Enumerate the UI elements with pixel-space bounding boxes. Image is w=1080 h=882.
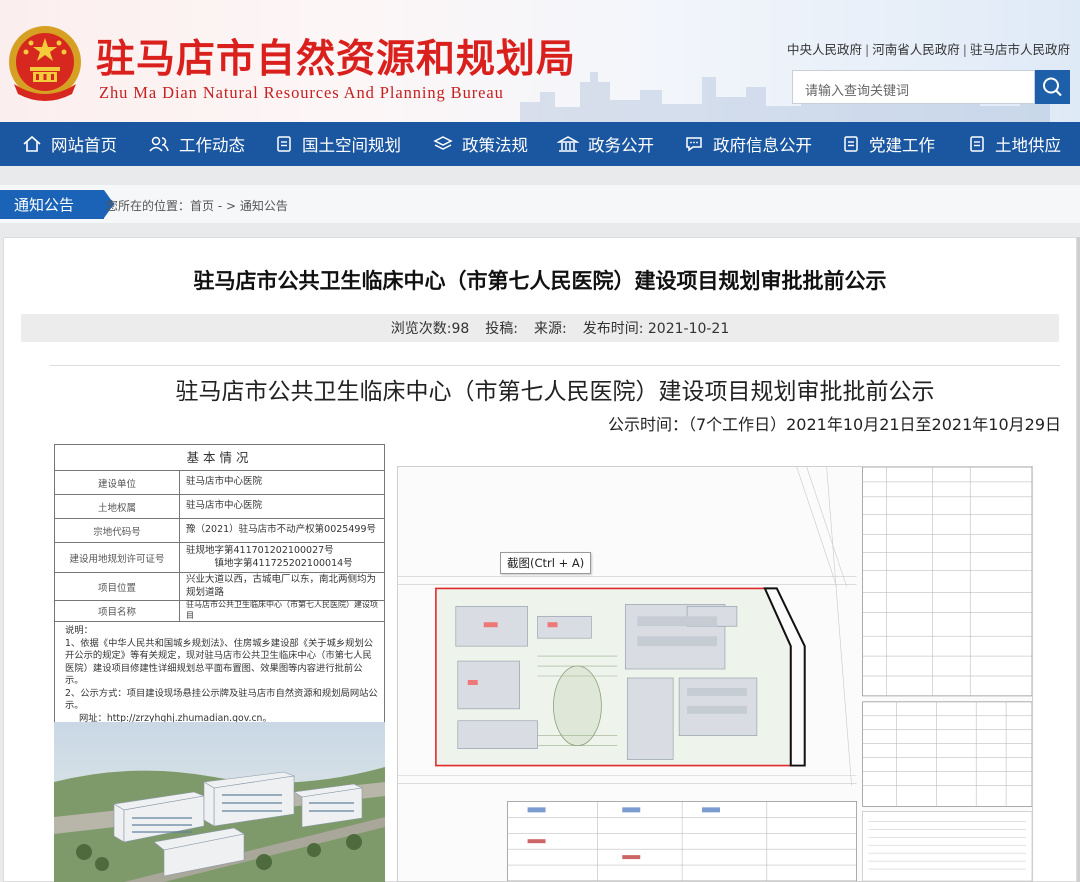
document-title: 驻马店市公共卫生临床中心（市第七人民医院）建设项目规划审批批前公示 [175, 379, 935, 405]
row-key: 宗地代码号 [55, 519, 180, 542]
document-icon [277, 136, 291, 152]
site-subtitle: Zhu Ma Dian Natural Resources And Planni… [99, 83, 504, 102]
nav-label: 政策法规 [462, 136, 528, 155]
nav-gov-info-disclosure[interactable]: 政府信息公开 [684, 122, 812, 166]
article-title: 驻马店市公共卫生临床中心（市第七人民医院）建设项目规划审批批前公示 [193, 269, 887, 293]
row-key: 建设单位 [55, 471, 180, 494]
notes: 说明： 1、依据《中华人民共和国城乡规划法》、住房城乡建设部《关于城乡规划公开公… [55, 622, 384, 729]
note-item: 2、公示方式：项目建设现场悬挂公示牌及驻马店市自然资源和规划局网站公示。 [65, 687, 378, 712]
nav-label: 政府信息公开 [713, 136, 812, 155]
row-value: 驻马店市中心医院 [186, 500, 263, 512]
table-row: 宗地代码号 豫（2021）驻马店市不动产权第0025499号 [55, 519, 384, 543]
publicity-period: 公示时间：（7个工作日）2021年10月21日至2021年10月29日 [607, 415, 1061, 434]
nav-label: 政务公开 [588, 136, 654, 155]
publish-date: 发布时间: 2021-10-21 [582, 321, 730, 337]
screenshot-tooltip: 截图(Ctrl + A) [500, 552, 592, 574]
nav-label: 党建工作 [869, 136, 935, 155]
row-key: 建设用地规划许可证号 [55, 543, 180, 572]
notes-heading: 说明： [65, 625, 93, 636]
table-row: 建设用地规划许可证号 驻规地字第411701202100027号 镇地字第4117… [55, 543, 384, 573]
source: 来源: [534, 321, 567, 337]
document-icon [970, 136, 984, 152]
row-value: 驻马店市公共卫生临床中心（市第七人民医院）建设项目 [186, 600, 378, 620]
link-central-government[interactable]: 中央人民政府 [787, 42, 862, 57]
search-button[interactable] [1035, 70, 1070, 104]
site-header: 驻马店市自然资源和规划局 Zhu Ma Dian Natural Resourc… [0, 0, 1080, 122]
table-row: 项目名称 驻马店市公共卫生临床中心（市第七人民医院）建设项目 [55, 600, 384, 622]
breadcrumb[interactable]: 您所在的位置：首页 - > 通知公告 [106, 197, 288, 214]
building-icon [557, 136, 579, 152]
site-plan-drawing [397, 466, 1033, 882]
nav-label: 土地供应 [995, 136, 1061, 155]
link-zhumadian-government[interactable]: 驻马店市人民政府 [970, 42, 1070, 57]
document-divider [50, 365, 1060, 366]
row-key: 项目名称 [55, 601, 180, 621]
submitter: 投稿: [485, 321, 518, 337]
nav-policy-regulations[interactable]: 政策法规 [433, 122, 528, 166]
people-icon [149, 136, 169, 152]
article-meta: 浏览次数:98 投稿: 来源: 发布时间: 2021-10-21 [21, 314, 1059, 342]
note-item: 1、依据《中华人民共和国城乡规划法》、住房城乡建设部《关于城乡规划公开公示的规定… [65, 637, 374, 687]
home-icon [23, 135, 41, 152]
chat-icon [686, 137, 702, 152]
nav-label: 网站首页 [51, 136, 117, 155]
view-count: 浏览次数:98 [390, 321, 470, 337]
nav-home[interactable]: 网站首页 [22, 122, 117, 166]
search-input[interactable]: 请输入查询关键词 [792, 70, 1035, 104]
aerial-rendering-image [54, 722, 385, 882]
top-links: 中央人民政府 | 河南省人民政府 | 驻马店市人民政府 [787, 39, 1070, 58]
section-tag: 通知公告 [0, 190, 114, 219]
row-value: 驻规地字第411701202100027号 镇地字第41172520210001… [186, 544, 353, 569]
nav-land-supply[interactable]: 土地供应 [968, 122, 1061, 166]
row-key: 项目位置 [55, 573, 180, 600]
search-icon [1043, 77, 1062, 97]
row-value: 驻马店市中心医院 [186, 476, 263, 488]
nav-label: 工作动态 [179, 136, 245, 155]
document-icon [844, 136, 858, 152]
nav-work-news[interactable]: 工作动态 [148, 122, 245, 166]
basic-info-table: 基本情况 建设单位 驻马店市中心医院 土地权属 驻马店市中心医院 宗地代码号 豫（20… [54, 444, 385, 731]
nav-government-affairs[interactable]: 政务公开 [557, 122, 654, 166]
table-row: 建设单位 驻马店市中心医院 [55, 471, 384, 495]
main-nav: 网站首页 工作动态 国土空间规划 政策法规 政务公开 政府信息公开 党建工作 土… [0, 122, 1080, 166]
table-heading: 基本情况 [55, 445, 384, 471]
link-separator: | [962, 42, 967, 57]
site-title: 驻马店市自然资源和规划局 [96, 37, 577, 82]
layers-icon [433, 136, 453, 150]
table-row: 项目位置 兴业大道以西，古城电厂以东，南北两侧均为规划道路 [55, 573, 384, 601]
table-row: 土地权属 驻马店市中心医院 [55, 495, 384, 519]
link-henan-government[interactable]: 河南省人民政府 [872, 42, 960, 57]
row-key: 土地权属 [55, 495, 180, 518]
nav-spatial-planning[interactable]: 国土空间规划 [275, 122, 401, 166]
row-value: 兴业大道以西，古城电厂以东，南北两侧均为规划道路 [186, 573, 377, 598]
national-emblem-icon [9, 26, 81, 101]
link-separator: | [865, 42, 870, 57]
nav-label: 国土空间规划 [302, 136, 401, 155]
nav-party-building[interactable]: 党建工作 [842, 122, 935, 166]
row-value: 豫（2021）驻马店市不动产权第0025499号 [186, 524, 376, 536]
